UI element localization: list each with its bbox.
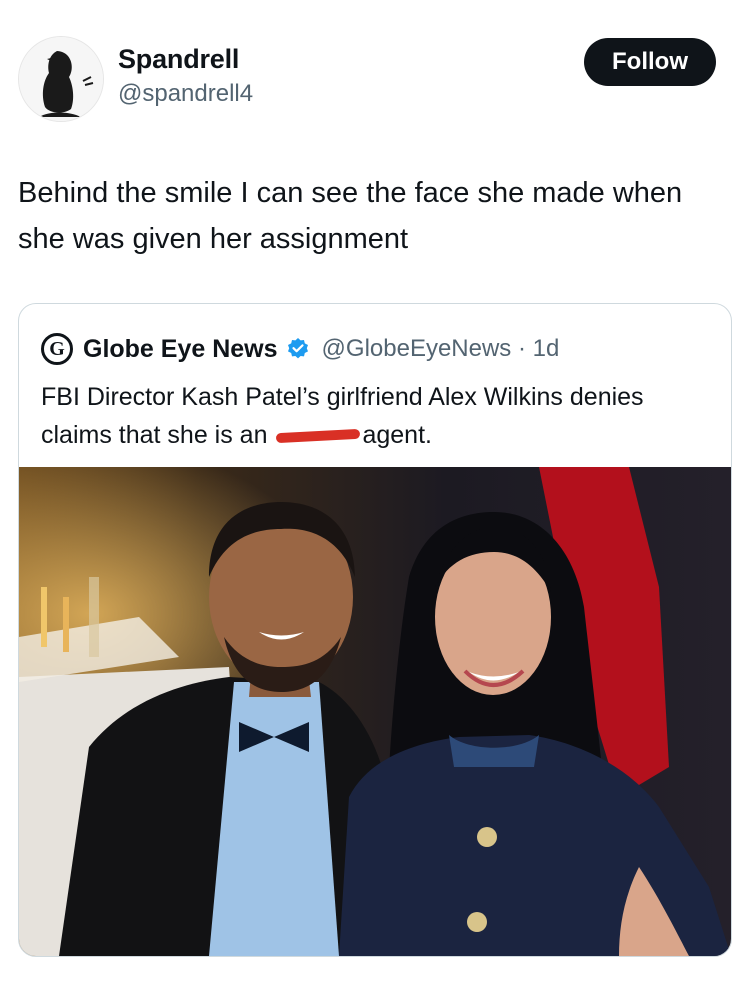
post-text: Behind the smile I can see the face she … — [18, 177, 683, 255]
quoted-post-header: G Globe Eye News @GlobeEyeNews · 1d — [41, 332, 559, 366]
author-name[interactable]: Spandrell — [118, 44, 239, 75]
red-scribble — [276, 429, 361, 444]
quoted-text-after: agent. — [362, 421, 432, 449]
globe-eye-logo[interactable]: G — [41, 333, 73, 365]
crow-icon — [19, 37, 103, 121]
avatar[interactable] — [18, 36, 104, 122]
quoted-post-card[interactable]: G Globe Eye News @GlobeEyeNews · 1d FBI … — [18, 303, 732, 957]
event-photo — [19, 467, 731, 956]
quoted-handle-time[interactable]: @GlobeEyeNews · 1d — [322, 335, 560, 363]
quoted-post-photo[interactable] — [19, 467, 731, 956]
quoted-author-name[interactable]: Globe Eye News — [83, 335, 278, 364]
verified-badge-icon — [287, 338, 308, 359]
author-handle[interactable]: @spandrell4 — [118, 80, 253, 108]
follow-button[interactable]: Follow — [584, 38, 716, 86]
quoted-post-text: FBI Director Kash Patel’s girlfriend Ale… — [41, 378, 711, 454]
